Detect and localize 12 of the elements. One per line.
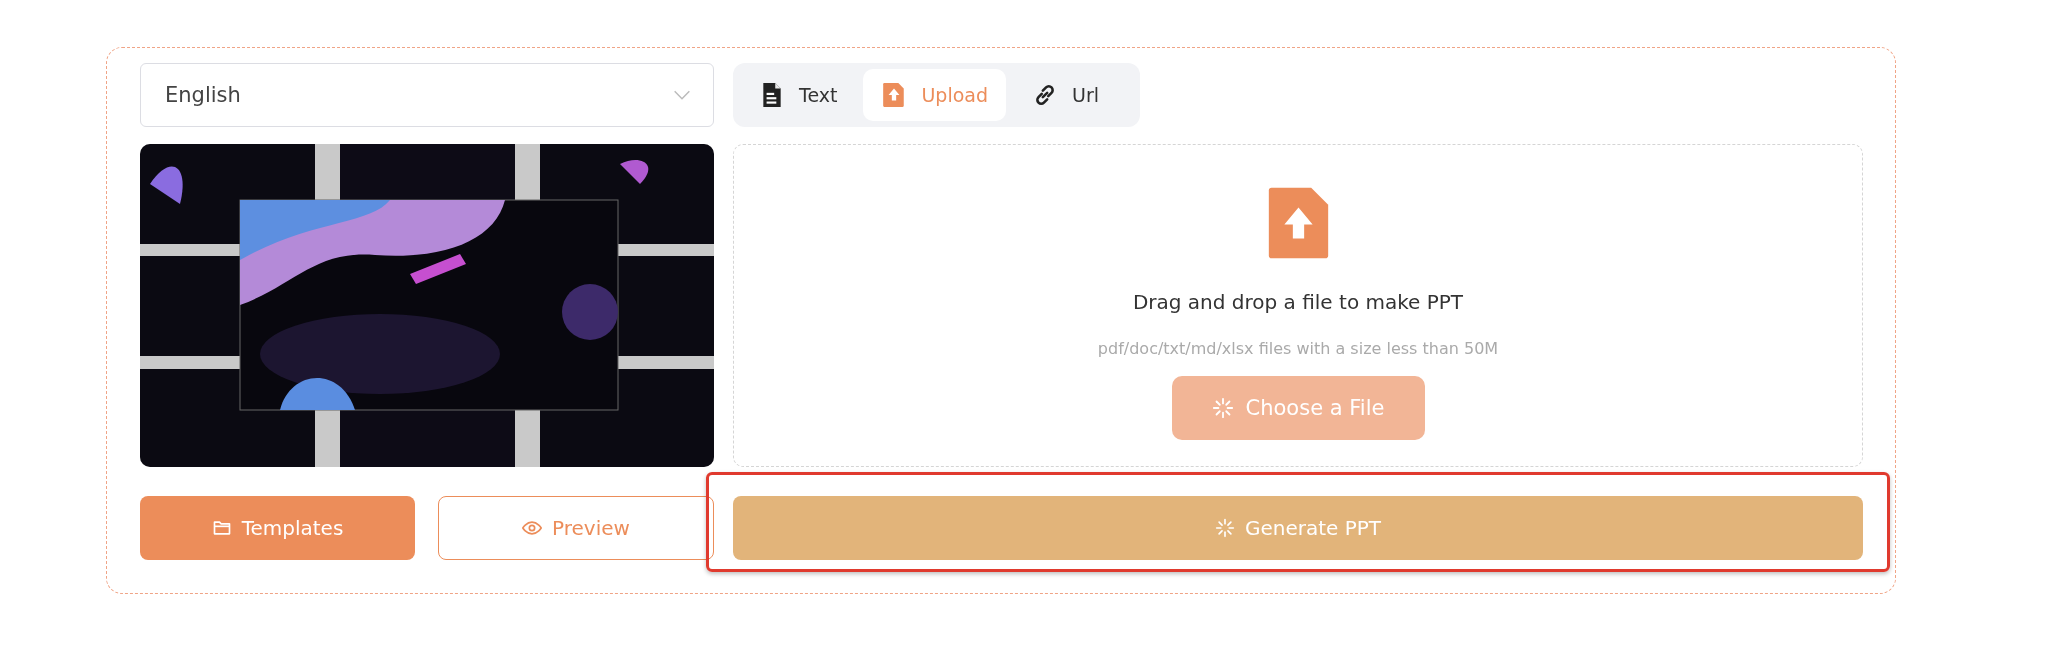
folder-icon — [211, 518, 232, 538]
eye-icon — [522, 518, 543, 538]
templates-button[interactable]: Templates — [140, 496, 415, 560]
language-select[interactable]: English — [140, 63, 714, 127]
source-tab[interactable]: Url — [1014, 69, 1117, 121]
choose-file-button[interactable]: Choose a File — [1171, 376, 1425, 440]
upload-drop-zone[interactable]: Drag and drop a file to make PPT pdf/doc/txt/md/xlsx files with a size less than 50M Choose a File — [733, 144, 1863, 467]
source-tab[interactable]: Upload — [863, 69, 1006, 121]
drop-instruction: Drag and drop a file to make PPT — [1132, 290, 1464, 314]
preview-button[interactable]: Preview — [438, 496, 714, 560]
file-type-hint: pdf/doc/txt/md/xlsx files with a size less than 50M — [1097, 339, 1499, 358]
source-tab[interactable]: Text — [741, 69, 856, 121]
